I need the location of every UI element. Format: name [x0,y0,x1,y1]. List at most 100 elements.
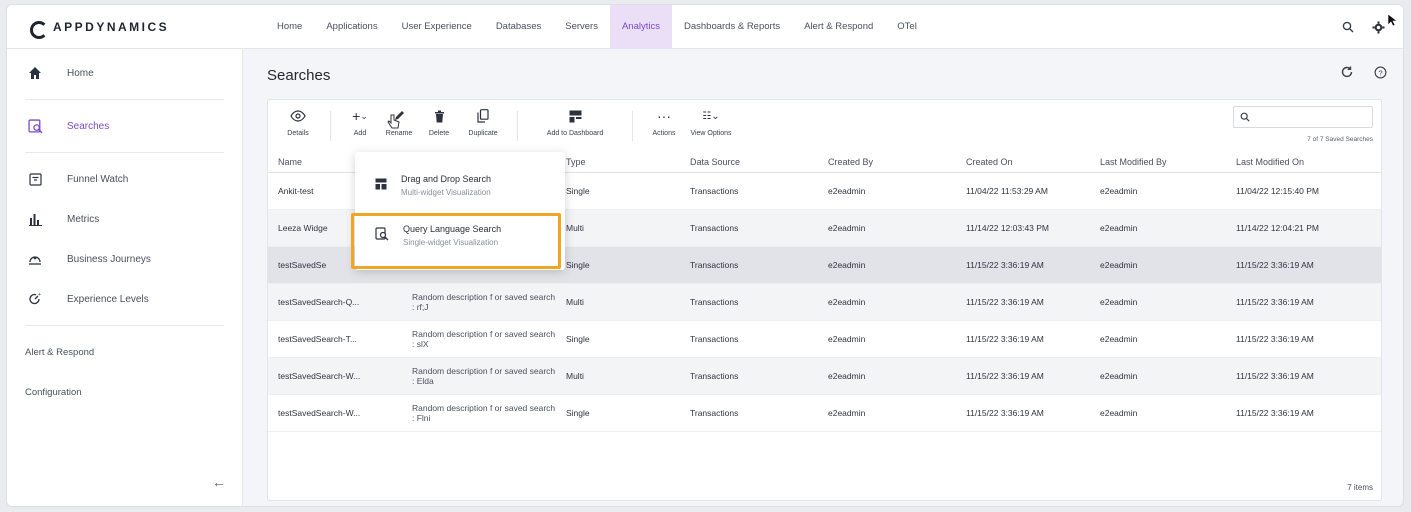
eye-icon [290,108,306,124]
nav-item-user-experience[interactable]: User Experience [390,5,484,49]
cell-source: Transactions [680,172,818,210]
cell-created-on: 11/15/22 3:36:19 AM [956,394,1090,432]
cell-modified-by: e2eadmin [1090,283,1226,321]
cell-desc: Random description f or saved search : r… [402,283,556,321]
nav-item-dashboards-reports[interactable]: Dashboards & Reports [672,5,792,49]
table-row[interactable]: testSavedSearch-W... Random description f… [268,394,1381,432]
hand-cursor-icon [387,114,400,129]
view-options-button[interactable]: ☷⌄ View Options [685,100,737,152]
sidebar-item-label: Experience Levels [67,293,149,305]
column-header-type[interactable]: Type [556,152,680,173]
cell-source: Transactions [680,246,818,284]
cell-modified-on: 11/15/22 3:36:19 AM [1226,246,1381,284]
cell-modified-by: e2eadmin [1090,320,1226,358]
cell-created-by: e2eadmin [818,246,956,284]
column-header-data-source[interactable]: Data Source [680,152,818,173]
column-header-created-by[interactable]: Created By [818,152,956,173]
sidebar-item-searches[interactable]: Searches [7,106,242,146]
gear-icon[interactable] [1372,20,1385,34]
sidebar-item-label: Searches [67,120,110,132]
cell-modified-on: 11/15/22 3:36:19 AM [1226,320,1381,358]
cell-type: Single [556,172,680,210]
more-dots-icon: ··· [657,108,671,124]
nav-item-applications[interactable]: Applications [314,5,389,49]
actions-label: Actions [652,130,676,137]
cell-name: testSavedSearch-W... [268,357,402,395]
cell-desc: Random description f or saved search : s… [402,320,556,358]
cell-name: testSavedSearch-T... [268,320,402,358]
cell-modified-on: 11/15/22 3:36:19 AM [1226,357,1381,395]
cell-source: Transactions [680,357,818,395]
details-button[interactable]: Details [276,100,320,152]
cell-modified-by: e2eadmin [1090,209,1226,247]
drag-and-drop-search-option[interactable]: Drag and Drop Search Multi-widget Visual… [355,162,565,208]
details-label: Details [287,130,309,137]
nav-item-otel[interactable]: OTel [885,5,929,49]
cell-created-on: 11/15/22 3:36:19 AM [956,246,1090,284]
main-content: Searches ? Details + ⌄ Add Rename Delete… [243,49,1403,506]
sidebar-divider [25,99,224,100]
refresh-icon[interactable] [1340,65,1354,79]
cell-created-by: e2eadmin [818,283,956,321]
duplicate-label: Duplicate [468,130,498,137]
search-icon[interactable] [1342,21,1354,33]
duplicate-button[interactable]: Duplicate [459,100,507,152]
table-row[interactable]: testSavedSearch-W... Random description f… [268,357,1381,395]
option-subtitle: Multi-widget Visualization [401,187,491,197]
cell-type: Multi [556,209,680,247]
nav-item-servers[interactable]: Servers [553,5,610,49]
top-navigation-bar: APPDYNAMICS Home Applications User Experie… [7,5,1403,49]
cell-modified-on: 11/04/22 12:15:40 PM [1226,172,1381,210]
delete-button[interactable]: Delete [419,100,459,152]
collapse-sidebar-arrow-icon[interactable]: ← [212,474,226,490]
add-to-dashboard-button[interactable]: Add to Dashboard [528,100,622,152]
highlight-box [351,213,561,269]
option-title: Drag and Drop Search [401,173,492,184]
cell-modified-on: 11/14/22 12:04:21 PM [1226,209,1381,247]
cell-name: testSavedSearch-W... [268,394,402,432]
sidebar-item-funnel-watch[interactable]: Funnel Watch [7,159,242,199]
sidebar-item-business-journeys[interactable]: Business Journeys [7,239,242,279]
nav-item-databases[interactable]: Databases [484,5,553,49]
nav-item-home[interactable]: Home [265,5,314,49]
table-row[interactable]: testSavedSearch-T... Random description f… [268,320,1381,358]
toolbar-divider [517,111,518,141]
svg-text:?: ? [1378,68,1382,77]
nav-item-analytics[interactable]: Analytics [609,5,672,49]
column-header-last-modified-by[interactable]: Last Modified By [1090,152,1226,173]
toolbar-divider [330,111,331,141]
cell-type: Multi [556,357,680,395]
sidebar-item-home[interactable]: Home [7,53,242,93]
sidebar-item-label: Business Journeys [67,253,151,265]
experience-icon: + [27,292,43,306]
appdynamics-logo[interactable]: APPDYNAMICS [7,19,257,39]
cell-type: Single [556,246,680,284]
home-icon [27,66,43,80]
sidebar-item-experience-levels[interactable]: + Experience Levels [7,279,242,319]
nav-item-alert-respond[interactable]: Alert & Respond [792,5,885,49]
add-to-dashboard-label: Add to Dashboard [546,130,604,137]
column-header-created-on[interactable]: Created On [956,152,1090,173]
sidebar-item-metrics[interactable]: Metrics [7,199,242,239]
search-input[interactable] [1233,106,1373,128]
help-icon[interactable]: ? [1374,66,1387,79]
table-row[interactable]: testSavedSearch-Q... Random description f… [268,283,1381,321]
cell-desc: Random description f or saved search : F… [402,394,556,432]
cell-modified-by: e2eadmin [1090,246,1226,284]
cell-type: Single [556,320,680,358]
saved-searches-count: 7 of 7 Saved Searches [1307,136,1373,143]
cell-created-by: e2eadmin [818,320,956,358]
sidebar-divider [25,325,224,326]
actions-button[interactable]: ··· Actions [643,100,685,152]
sidebar-section-alert-respond[interactable]: Alert & Respond [7,332,242,372]
column-header-last-modified-on[interactable]: Last Modified On [1226,152,1381,173]
logo-text: APPDYNAMICS [53,19,170,34]
cell-desc: Random description f or saved search : E… [402,357,556,395]
funnel-icon [27,172,43,186]
sidebar-section-configuration[interactable]: Configuration [7,372,242,412]
cell-created-on: 11/14/22 12:03:43 PM [956,209,1090,247]
add-dashboard-icon [569,108,582,124]
add-button[interactable]: + ⌄ Add [341,100,379,152]
trash-icon [434,108,445,124]
svg-text:+: + [38,292,41,298]
